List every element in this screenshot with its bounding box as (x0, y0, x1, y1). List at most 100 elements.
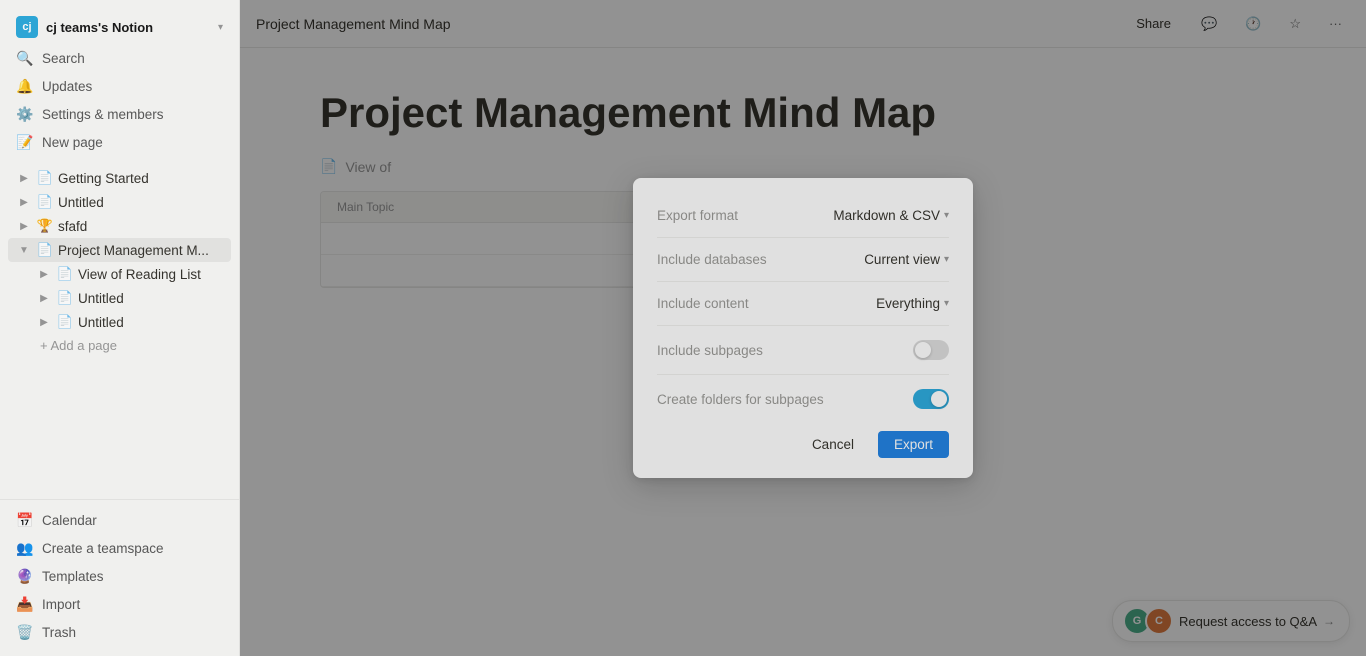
sidebar-bottom: 📅 Calendar 👥 Create a teamspace 🔮 Templa… (0, 499, 239, 656)
export-format-chevron-icon: ▾ (944, 210, 949, 221)
include-databases-label: Include databases (657, 252, 767, 267)
new-page-label: New page (42, 135, 103, 150)
create-folders-label: Create folders for subpages (657, 392, 824, 407)
toggle-untitled2-icon[interactable]: ▶ (36, 290, 52, 306)
export-button[interactable]: Export (878, 431, 949, 458)
sidebar-item-updates[interactable]: 🔔 Updates (8, 72, 231, 100)
divider-2 (657, 281, 949, 282)
sidebar-item-untitled-3[interactable]: ▶ 📄 Untitled (8, 310, 231, 334)
sidebar-item-untitled-1[interactable]: ▶ 📄 Untitled (8, 190, 231, 214)
teamspace-label: Create a teamspace (42, 541, 164, 556)
export-format-row: Export format Markdown & CSV ▾ (657, 198, 949, 233)
sidebar-item-calendar[interactable]: 📅 Calendar (8, 506, 231, 534)
sidebar-item-getting-started[interactable]: ▶ 📄 Getting Started (8, 166, 231, 190)
calendar-icon: 📅 (16, 511, 34, 529)
import-icon: 📥 (16, 595, 34, 613)
sfafd-label: sfafd (58, 219, 227, 234)
include-databases-row: Include databases Current view ▾ (657, 242, 949, 277)
sidebar-item-settings[interactable]: ⚙️ Settings & members (8, 100, 231, 128)
sidebar-item-view-reading-list[interactable]: ▶ 📄 View of Reading List (8, 262, 231, 286)
untitled3-page-icon: 📄 (56, 313, 74, 331)
project-mgmt-page-icon: 📄 (36, 241, 54, 259)
workspace-icon: cj (16, 16, 38, 38)
sidebar-item-create-teamspace[interactable]: 👥 Create a teamspace (8, 534, 231, 562)
untitled2-label: Untitled (78, 291, 227, 306)
main-content: Project Management Mind Map Share 💬 🕐 ☆ … (240, 0, 1366, 656)
toggle-untitled1-icon[interactable]: ▶ (16, 194, 32, 210)
toggle-sfafd-icon[interactable]: ▶ (16, 218, 32, 234)
project-mgmt-label: Project Management M... (58, 243, 227, 258)
sidebar-item-templates[interactable]: 🔮 Templates (8, 562, 231, 590)
sidebar-item-untitled-2[interactable]: ▶ 📄 Untitled (8, 286, 231, 310)
getting-started-label: Getting Started (58, 171, 227, 186)
export-format-label: Export format (657, 208, 738, 223)
include-content-row: Include content Everything ▾ (657, 286, 949, 321)
include-databases-chevron-icon: ▾ (944, 254, 949, 265)
include-subpages-row: Include subpages (657, 330, 949, 370)
sidebar-item-project-mgmt[interactable]: ▼ 📄 Project Management M... (8, 238, 231, 262)
reading-list-label: View of Reading List (78, 267, 227, 282)
include-content-value: Everything (876, 296, 940, 311)
include-subpages-label: Include subpages (657, 343, 763, 358)
include-databases-value: Current view (864, 252, 940, 267)
import-label: Import (42, 597, 80, 612)
include-subpages-toggle[interactable] (913, 340, 949, 360)
settings-label: Settings & members (42, 107, 164, 122)
cancel-button[interactable]: Cancel (798, 431, 868, 458)
sidebar-item-sfafd[interactable]: ▶ 🏆 sfafd (8, 214, 231, 238)
workspace-chevron-icon: ▾ (218, 22, 223, 33)
create-folders-row: Create folders for subpages (657, 379, 949, 419)
export-dialog: Export format Markdown & CSV ▾ Include d… (633, 178, 973, 478)
export-format-value: Markdown & CSV (833, 208, 940, 223)
untitled2-page-icon: 📄 (56, 289, 74, 307)
sidebar-top: cj cj teams's Notion ▾ 🔍 Search 🔔 Update… (0, 0, 239, 160)
workspace-row[interactable]: cj cj teams's Notion ▾ (8, 10, 231, 44)
getting-started-page-icon: 📄 (36, 169, 54, 187)
export-format-dropdown[interactable]: Markdown & CSV ▾ (833, 208, 949, 223)
trash-icon: 🗑️ (16, 623, 34, 641)
divider-4 (657, 374, 949, 375)
workspace-name: cj teams's Notion (46, 20, 210, 35)
calendar-label: Calendar (42, 513, 97, 528)
create-folders-toggle[interactable] (913, 389, 949, 409)
include-databases-dropdown[interactable]: Current view ▾ (864, 252, 949, 267)
templates-icon: 🔮 (16, 567, 34, 585)
trash-label: Trash (42, 625, 76, 640)
untitled1-label: Untitled (58, 195, 227, 210)
include-content-dropdown[interactable]: Everything ▾ (876, 296, 949, 311)
create-folders-toggle-knob (931, 391, 947, 407)
include-content-label: Include content (657, 296, 749, 311)
toggle-reading-list-icon[interactable]: ▶ (36, 266, 52, 282)
updates-icon: 🔔 (16, 77, 34, 95)
sidebar-item-new-page[interactable]: 📝 New page (8, 128, 231, 156)
modal-overlay: Export format Markdown & CSV ▾ Include d… (240, 0, 1366, 656)
untitled1-page-icon: 📄 (36, 193, 54, 211)
include-content-chevron-icon: ▾ (944, 298, 949, 309)
sidebar-item-trash[interactable]: 🗑️ Trash (8, 618, 231, 646)
teamspace-icon: 👥 (16, 539, 34, 557)
sidebar: cj cj teams's Notion ▾ 🔍 Search 🔔 Update… (0, 0, 240, 656)
add-page-label: + Add a page (40, 338, 117, 353)
search-icon: 🔍 (16, 49, 34, 67)
sidebar-item-search[interactable]: 🔍 Search (8, 44, 231, 72)
include-subpages-toggle-knob (915, 342, 931, 358)
dialog-actions: Cancel Export (657, 419, 949, 458)
templates-label: Templates (42, 569, 104, 584)
toggle-untitled3-icon[interactable]: ▶ (36, 314, 52, 330)
untitled3-label: Untitled (78, 315, 227, 330)
sidebar-item-import[interactable]: 📥 Import (8, 590, 231, 618)
divider-1 (657, 237, 949, 238)
toggle-project-mgmt-icon[interactable]: ▼ (16, 242, 32, 258)
search-label: Search (42, 51, 85, 66)
reading-list-page-icon: 📄 (56, 265, 74, 283)
updates-label: Updates (42, 79, 92, 94)
settings-icon: ⚙️ (16, 105, 34, 123)
divider-3 (657, 325, 949, 326)
new-page-icon: 📝 (16, 133, 34, 151)
sidebar-tree: ▶ 📄 Getting Started ▶ 📄 Untitled ▶ 🏆 sfa… (0, 160, 239, 359)
create-folders-toggle-container (913, 389, 949, 409)
sfafd-icon: 🏆 (36, 217, 54, 235)
toggle-getting-started-icon[interactable]: ▶ (16, 170, 32, 186)
include-subpages-toggle-container (913, 340, 949, 360)
add-page-button[interactable]: + Add a page (8, 334, 231, 357)
